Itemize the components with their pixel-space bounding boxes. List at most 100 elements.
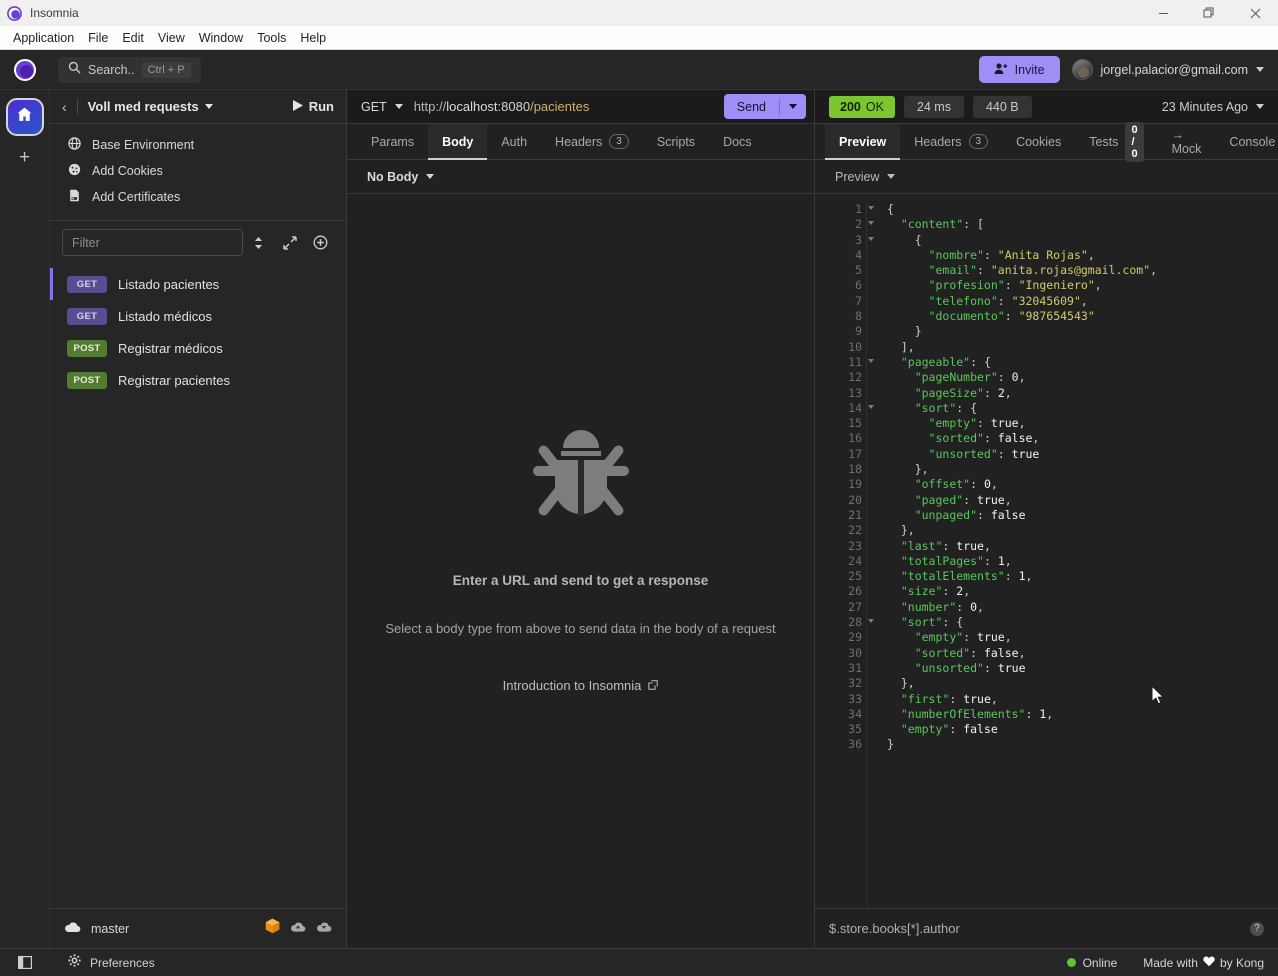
tab-scripts[interactable]: Scripts xyxy=(643,124,709,159)
tab-cookies[interactable]: Cookies xyxy=(1002,124,1075,159)
git-branch-label[interactable]: master xyxy=(91,922,129,936)
toggle-sidebar-icon[interactable] xyxy=(14,956,36,969)
fold-toggle-icon[interactable] xyxy=(868,619,874,624)
workspace-name-dropdown[interactable]: Voll med requests xyxy=(88,99,213,114)
line-number-gutter: 1 2 3 4 5 6 7 8 9 10 11 12 13 14 15 16 17 18 19 20 21 22 23 24 2… xyxy=(815,202,874,908)
fold-toggle-icon[interactable] xyxy=(868,404,874,409)
intro-link[interactable]: Introduction to Insomnia xyxy=(503,678,659,693)
menu-help[interactable]: Help xyxy=(293,28,333,48)
preferences-button[interactable]: Preferences xyxy=(68,953,155,972)
invite-button[interactable]: Invite xyxy=(978,56,1060,83)
response-pane: 200 OK 24 ms 440 B 23 Minutes Ago Previe… xyxy=(815,90,1278,948)
menu-tools[interactable]: Tools xyxy=(250,28,293,48)
fold-toggle-icon[interactable] xyxy=(868,358,874,363)
menu-window[interactable]: Window xyxy=(192,28,250,48)
fold-toggle-icon[interactable] xyxy=(868,206,874,210)
body-type-dropdown[interactable]: No Body xyxy=(367,169,435,184)
http-method-dropdown[interactable]: GET xyxy=(361,100,403,114)
home-button[interactable] xyxy=(5,98,44,136)
request-item-registrar-medicos[interactable]: POST Registrar médicos xyxy=(50,332,346,364)
code-line: "documento": "987654543" xyxy=(928,309,1095,324)
sort-icon[interactable] xyxy=(243,229,274,256)
main-area: + ‹ Voll med requests Run Base Environme… xyxy=(0,90,1278,948)
fold-toggle-icon[interactable] xyxy=(868,236,874,241)
cloud-download-icon[interactable] xyxy=(290,920,306,938)
tab-label: Headers xyxy=(555,134,603,149)
body-type-label: No Body xyxy=(367,169,419,184)
request-item-registrar-pacientes[interactable]: POST Registrar pacientes xyxy=(50,364,346,396)
response-body-viewer[interactable]: 1 2 3 4 5 6 7 8 9 10 11 12 13 14 15 16 17 18 19 20 21 22 23 24 2… xyxy=(815,194,1278,908)
global-search-box[interactable]: Search.. Ctrl + P xyxy=(58,56,201,83)
line-number: 27 xyxy=(848,599,862,614)
sidebar-item-base-environment[interactable]: Base Environment xyxy=(50,132,346,158)
add-workspace-button[interactable]: + xyxy=(19,148,30,167)
preview-mode-dropdown[interactable]: Preview xyxy=(835,169,896,184)
response-history-dropdown[interactable]: 23 Minutes Ago xyxy=(1162,100,1264,114)
menu-application[interactable]: Application xyxy=(6,28,81,48)
line-number: 2 xyxy=(815,217,874,232)
response-size-chip[interactable]: 440 B xyxy=(972,95,1032,118)
tab-label: Preview xyxy=(839,134,887,149)
sidebar-filter-bar xyxy=(50,221,346,266)
response-time-chip[interactable]: 24 ms xyxy=(903,95,964,118)
sidebar-item-add-cookies[interactable]: Add Cookies xyxy=(50,158,346,184)
tab-auth[interactable]: Auth xyxy=(487,124,541,159)
invite-label: Invite xyxy=(1014,62,1045,77)
line-number: 21 xyxy=(848,507,862,522)
preview-mode-label: Preview xyxy=(835,169,880,184)
search-icon xyxy=(68,61,81,79)
request-name: Registrar médicos xyxy=(118,340,223,356)
response-body-code[interactable]: { "content": [ { "nombre": "Anita Rojas"… xyxy=(867,202,1278,908)
http-method-label: GET xyxy=(361,99,387,114)
tab-response-headers[interactable]: Headers 3 xyxy=(900,124,1002,159)
code-line: "offset": 0, xyxy=(914,477,998,492)
back-icon[interactable]: ‹ xyxy=(62,99,67,115)
code-line: "last": true, xyxy=(900,538,991,553)
minimize-button[interactable] xyxy=(1140,0,1186,26)
tab-headers[interactable]: Headers 3 xyxy=(541,124,643,159)
close-button[interactable] xyxy=(1232,0,1278,26)
tab-body[interactable]: Body xyxy=(428,124,488,160)
url-input[interactable]: http://localhost:8080/pacientes xyxy=(414,99,724,114)
menu-file[interactable]: File xyxy=(81,28,115,48)
send-options-icon[interactable] xyxy=(780,104,806,109)
tab-tests[interactable]: Tests 0 / 0 xyxy=(1075,121,1157,162)
send-label: Send xyxy=(736,99,766,114)
filter-input[interactable] xyxy=(62,229,243,256)
menu-edit[interactable]: Edit xyxy=(115,28,151,48)
code-line: "size": 2, xyxy=(900,584,971,599)
line-number: 34 xyxy=(848,706,862,721)
menu-view[interactable]: View xyxy=(151,28,192,48)
run-button[interactable]: Run xyxy=(292,99,334,114)
sidebar-item-add-certificates[interactable]: Add Certificates xyxy=(50,184,346,210)
account-menu[interactable]: jorgel.palacior@gmail.com xyxy=(1071,59,1264,80)
search-label: Search.. xyxy=(88,62,135,77)
tab-mock[interactable]: → Mock xyxy=(1158,124,1216,159)
code-line: }, xyxy=(900,676,915,691)
insomnia-brand-icon xyxy=(0,58,50,81)
tab-preview[interactable]: Preview xyxy=(825,124,901,160)
tab-docs[interactable]: Docs xyxy=(709,124,765,159)
cube-icon[interactable] xyxy=(265,918,280,939)
cloud-upload-icon[interactable] xyxy=(316,920,332,938)
tab-console[interactable]: Console xyxy=(1215,124,1278,159)
expand-icon[interactable] xyxy=(274,229,305,256)
maximize-button[interactable] xyxy=(1186,0,1232,26)
request-item-listado-pacientes[interactable]: GET Listado pacientes xyxy=(50,268,346,300)
tab-params[interactable]: Params xyxy=(357,124,428,159)
line-number: 30 xyxy=(848,645,862,660)
add-request-button[interactable] xyxy=(305,229,336,256)
help-icon[interactable]: ? xyxy=(1250,921,1264,936)
request-item-listado-medicos[interactable]: GET Listado médicos xyxy=(50,300,346,332)
status-badge[interactable]: 200 OK xyxy=(829,95,895,118)
online-label: Online xyxy=(1082,955,1118,970)
send-button[interactable]: Send xyxy=(723,94,806,119)
code-line: "nombre": "Anita Rojas", xyxy=(928,247,1095,262)
code-line: "unsorted": true xyxy=(914,660,1026,675)
app-toolbar: Search.. Ctrl + P Invite jorgel.palacior… xyxy=(0,50,1278,90)
activity-rail: + xyxy=(0,90,50,948)
jsonpath-input[interactable] xyxy=(829,921,1250,936)
tab-label: Auth xyxy=(501,134,528,149)
line-number: 12 xyxy=(848,370,862,385)
fold-toggle-icon[interactable] xyxy=(868,221,874,226)
